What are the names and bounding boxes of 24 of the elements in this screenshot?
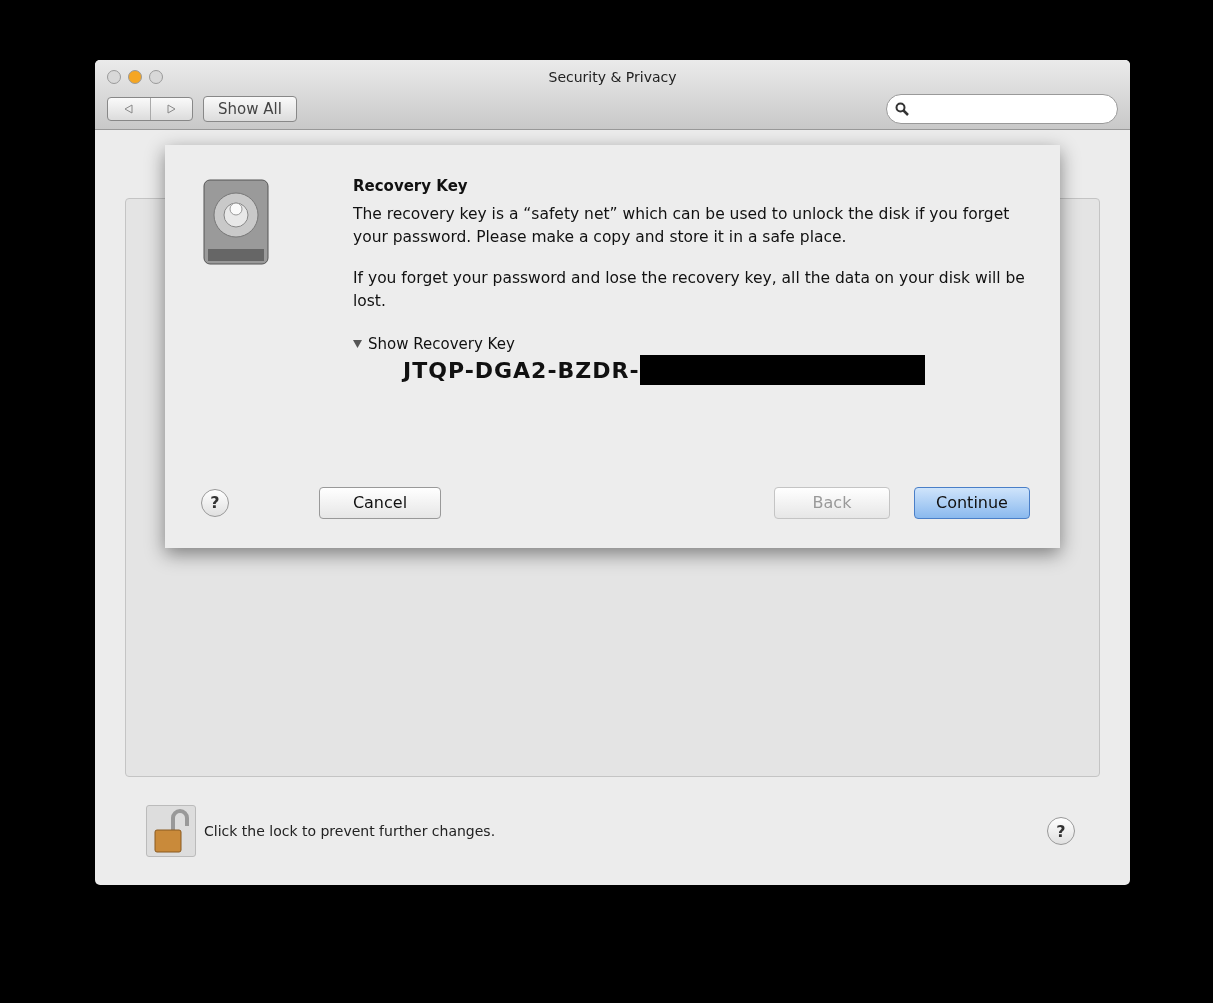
dialog-button[interactable]: Cancel bbox=[319, 486, 441, 519]
recovery-key-text: JTQP-DGA2-BZDR- bbox=[403, 357, 640, 383]
minimize-button[interactable] bbox=[128, 70, 142, 84]
help-button[interactable]: ? bbox=[1047, 817, 1075, 845]
hard-drive-icon bbox=[201, 177, 271, 267]
search-icon bbox=[895, 102, 909, 116]
window-title: Security & Privacy bbox=[548, 69, 677, 85]
left-triangle-icon bbox=[124, 104, 134, 114]
disclosure-toggle[interactable]: Show Recovery Key bbox=[353, 335, 515, 353]
lock-status-text: Click the lock to prevent further changes. bbox=[204, 823, 496, 839]
default-button[interactable]: Continue bbox=[914, 486, 1030, 519]
search-field[interactable] bbox=[886, 94, 1118, 124]
right-triangle-icon bbox=[166, 104, 176, 114]
sheet-message: If you forget your password and lose the recovery key, all the data on your disk will be lost. bbox=[353, 268, 1026, 312]
zoom-button[interactable] bbox=[149, 70, 163, 84]
show-all-button[interactable]: Show All bbox=[203, 96, 297, 122]
help-button[interactable]: ? bbox=[201, 488, 229, 517]
open-padlock-icon bbox=[153, 808, 189, 854]
back-forward-control[interactable] bbox=[107, 97, 193, 121]
lock-button[interactable] bbox=[146, 805, 196, 857]
close-button[interactable] bbox=[107, 70, 121, 84]
sheet-title: Recovery Key bbox=[353, 177, 469, 195]
sheet-message: The recovery key is a “safety net” which can be used to unlock the disk if you forget your password. Please make a copy and store it in a safe place. bbox=[353, 204, 1011, 248]
disclosure-triangle-icon bbox=[353, 340, 362, 348]
